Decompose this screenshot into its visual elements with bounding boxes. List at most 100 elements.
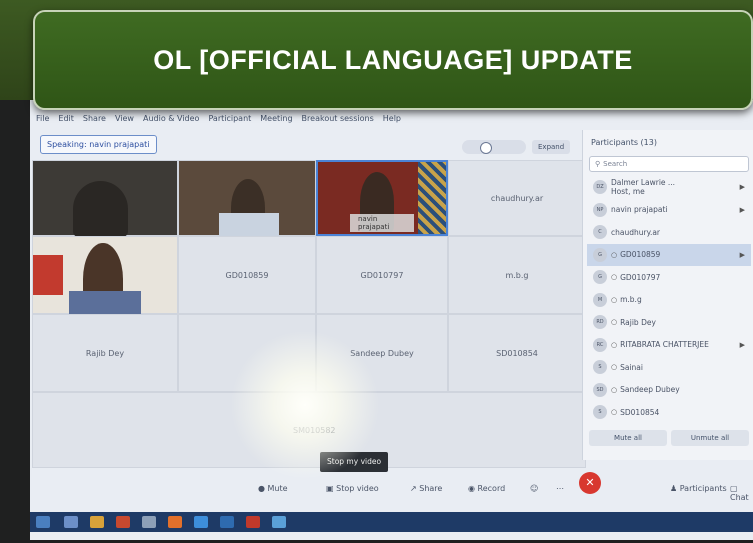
participant-name: Sandeep Dubey <box>620 385 680 395</box>
menu-edit[interactable]: Edit <box>58 114 74 123</box>
mic-icon: ○ <box>611 250 618 259</box>
tile-name: GD010859 <box>225 270 269 280</box>
video-tile-2[interactable] <box>178 160 316 237</box>
participant-item[interactable]: SD ○ Sandeep Dubey <box>587 379 751 402</box>
participant-item[interactable]: G ○ GD010859 ▶ <box>587 243 751 266</box>
menu-meeting[interactable]: Meeting <box>260 114 292 123</box>
video-tile-sm010582[interactable]: SM010582 <box>32 392 586 468</box>
avatar: DZ <box>593 180 607 195</box>
banner-title: OL [OFFICIAL LANGUAGE] UPDATE <box>153 44 633 75</box>
participant-name: SD010854 <box>620 407 660 417</box>
participant-silhouette <box>73 181 128 237</box>
participant-name: Rajib Dey <box>620 317 656 327</box>
mic-icon: ○ <box>611 408 618 417</box>
menu-breakout[interactable]: Breakout sessions <box>302 114 374 123</box>
chat-button[interactable]: ▢ Chat <box>730 484 753 502</box>
menu-participant[interactable]: Participant <box>208 114 251 123</box>
search-icon: ⚲ <box>595 160 601 168</box>
participant-item[interactable]: RC ○ RITABRATA CHATTERJEE ▶ <box>587 334 751 357</box>
tile-name: Rajib Dey <box>85 348 125 358</box>
participant-name: GD010859 <box>620 250 661 260</box>
menu-view[interactable]: View <box>115 114 134 123</box>
participant-item[interactable]: Cchaudhury.ar <box>587 221 751 244</box>
participant-actions: Mute all Unmute all <box>589 430 749 446</box>
tile-name: m.b.g <box>505 270 529 280</box>
video-tile-mbg[interactable]: m.b.g <box>448 236 586 314</box>
video-tile-sandeep[interactable]: Sandeep Dubey <box>316 314 448 392</box>
share-button[interactable]: ↗ Share <box>410 484 442 493</box>
end-call-button[interactable]: ✕ <box>579 472 601 494</box>
folder-icon[interactable] <box>90 516 104 528</box>
participant-search-input[interactable]: ⚲ Search <box>589 156 749 172</box>
video-tile-gd010797[interactable]: GD010797 <box>316 236 448 314</box>
mic-icon: ○ <box>611 340 618 349</box>
taskbar-app-icon[interactable] <box>142 516 156 528</box>
menu-help[interactable]: Help <box>383 114 401 123</box>
expand-button[interactable]: Expand <box>532 140 571 154</box>
video-tile-5[interactable] <box>32 236 178 315</box>
participants-label: Participants <box>679 484 727 493</box>
tile-name: SM010582 <box>293 425 336 435</box>
record-button[interactable]: ◉ Record <box>468 484 505 493</box>
participant-item[interactable]: DZ Dalmer Lawrie ... Host, me ▶ <box>587 176 751 199</box>
more-icon[interactable]: ⋯ <box>556 484 564 493</box>
taskbar-app-icon[interactable] <box>116 516 130 528</box>
participant-item[interactable]: G ○ GD010797 <box>587 266 751 289</box>
search-placeholder: Search <box>603 160 628 168</box>
mic-icon: ○ <box>611 295 618 304</box>
video-icon: ▶ <box>739 340 745 349</box>
mute-all-button[interactable]: Mute all <box>589 430 667 446</box>
participant-item[interactable]: NP navin prajapati ▶ <box>587 199 751 222</box>
stop-video-button[interactable]: ▣ Stop video <box>326 484 379 493</box>
avatar: S <box>593 360 607 375</box>
video-tile-chaudhury[interactable]: chaudhury.ar <box>448 160 586 236</box>
participant-name: m.b.g <box>620 295 642 305</box>
menu-share[interactable]: Share <box>83 114 106 123</box>
zoom-knob[interactable] <box>480 142 492 154</box>
start-icon[interactable] <box>36 516 50 528</box>
video-icon: ▶ <box>739 183 745 192</box>
participant-item[interactable]: S ○ SD010854 <box>587 401 751 424</box>
taskbar-app-icon[interactable] <box>220 516 234 528</box>
chat-label: Chat <box>730 493 749 502</box>
zoom-slider[interactable] <box>462 140 526 154</box>
avatar: SD <box>593 382 607 397</box>
participant-item[interactable]: M ○ m.b.g <box>587 289 751 312</box>
participant-item[interactable]: S ○ Sainai <box>587 356 751 379</box>
mute-label: Mute <box>267 484 288 493</box>
video-tile-1[interactable] <box>32 160 178 237</box>
mic-icon: ○ <box>611 385 618 394</box>
role-text: Host, me <box>611 187 645 197</box>
video-tile-navin[interactable]: navin prajapati <box>316 160 448 236</box>
tile-name: chaudhury.ar <box>490 193 544 203</box>
avatar: G <box>593 270 607 285</box>
avatar: RC <box>593 337 607 352</box>
taskbar-app-icon[interactable] <box>194 516 208 528</box>
menu-audio-video[interactable]: Audio & Video <box>143 114 199 123</box>
background-curtain <box>418 162 446 234</box>
participants-button[interactable]: ♟ Participants <box>670 484 727 493</box>
avatar: M <box>593 292 607 307</box>
video-tile-gd010859[interactable]: GD010859 <box>178 236 316 314</box>
stop-video-tooltip: Stop my video <box>320 452 389 472</box>
participant-item[interactable]: RD ○ Rajib Dey <box>587 311 751 334</box>
name-text: Dalmer Lawrie ... <box>611 178 676 188</box>
video-tile-rajib[interactable]: Rajib Dey <box>32 314 178 392</box>
people-icon: ♟ <box>670 484 680 493</box>
browser-icon[interactable] <box>168 516 182 528</box>
taskbar-app-icon[interactable] <box>272 516 286 528</box>
share-icon: ↗ <box>410 484 420 493</box>
menu-file[interactable]: File <box>36 114 49 123</box>
background-object <box>33 255 63 295</box>
mute-button[interactable]: ● Mute <box>258 484 288 493</box>
tile-name: Sandeep Dubey <box>350 348 414 358</box>
video-grid: navin prajapati chaudhury.ar GD010859 GD… <box>32 160 586 490</box>
unmute-all-button[interactable]: Unmute all <box>671 430 749 446</box>
taskbar-app-icon[interactable] <box>246 516 260 528</box>
record-label: Record <box>477 484 506 493</box>
video-tile-10[interactable] <box>178 314 316 392</box>
taskbar-app-icon[interactable] <box>64 516 78 528</box>
video-tile-sd010854[interactable]: SD010854 <box>448 314 586 392</box>
reactions-icon[interactable]: ☺ <box>530 484 538 493</box>
avatar: NP <box>593 202 607 217</box>
